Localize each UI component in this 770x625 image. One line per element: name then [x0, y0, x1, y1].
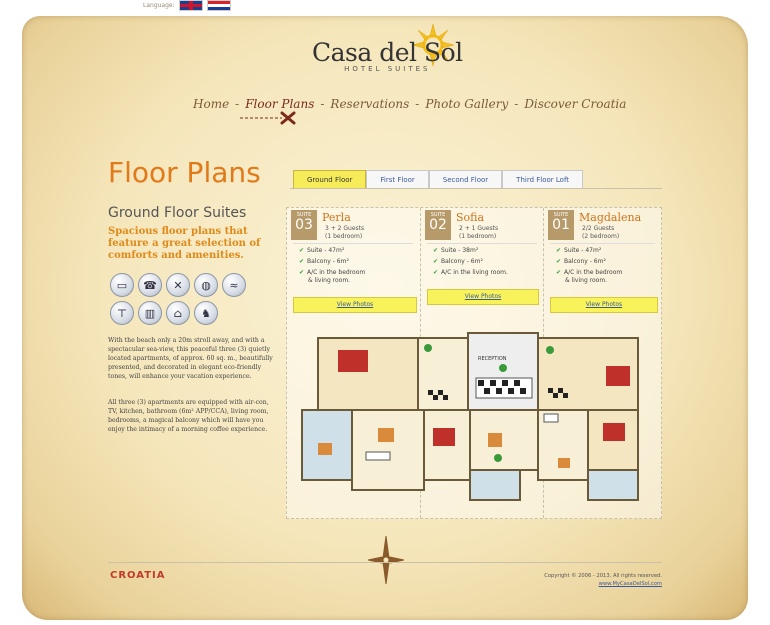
- tagline: Spacious floor plans that feature a grea…: [108, 226, 261, 261]
- feature-text: Balcony - 6m²: [441, 258, 483, 265]
- suite-feature: ✔ Balcony - 6m²: [433, 258, 483, 265]
- feature-text: A/C in the living room.: [441, 269, 508, 276]
- suite-guests: 2 + 1 Guests (1 bedroom): [459, 225, 498, 241]
- suite-number: 01: [552, 217, 570, 233]
- suite-number: 02: [429, 217, 447, 233]
- language-label: Language:: [143, 2, 175, 9]
- pet-icon: ♞: [194, 301, 218, 325]
- language-selector: Language:: [143, 0, 231, 11]
- globe-icon: ◍: [194, 273, 218, 297]
- suite-feature: ✔ Suite - 38m²: [433, 247, 479, 254]
- view-photos-button[interactable]: View Photos: [550, 297, 658, 313]
- nav-floor-plans[interactable]: Floor Plans: [245, 97, 314, 111]
- site-link[interactable]: www.MyCasaDelSol.com: [599, 581, 662, 587]
- suite-badge: SUITE 02: [425, 210, 451, 240]
- tv-icon: ▭: [110, 273, 134, 297]
- page: Language: Casa del Sol HOTEL SUITES Home…: [0, 0, 770, 625]
- feature-text: Balcony - 6m²: [564, 258, 606, 265]
- tab-third-floor-loft[interactable]: Third Floor Loft: [502, 170, 584, 189]
- feature-text: A/C in the bedroom: [564, 269, 623, 276]
- shirt-icon: ⊤: [110, 301, 134, 325]
- flag-uk-icon[interactable]: [178, 0, 203, 11]
- suite-feature: ✔ A/C in the living room.: [433, 269, 508, 276]
- nav-photo-gallery[interactable]: Photo Gallery: [425, 97, 508, 111]
- nav-separator: -: [235, 97, 240, 111]
- view-photos-button[interactable]: View Photos: [427, 289, 539, 305]
- feature-text: A/C in the bedroom: [307, 269, 366, 276]
- amenity-icons: ▭ ☎ ✕ ◍ ≈ ⊤ ▥ ⌂ ♞: [110, 273, 250, 325]
- nav-reservations[interactable]: Reservations: [330, 97, 409, 111]
- suite-name: Perla: [322, 211, 351, 224]
- suite-badge: SUITE 03: [291, 210, 317, 240]
- suite-feature: ✔ Balcony - 6m²: [299, 258, 349, 265]
- croatia-logo[interactable]: CROATIA: [110, 570, 166, 581]
- tab-ground-floor[interactable]: Ground Floor: [293, 170, 367, 189]
- dining-icon: ✕: [166, 273, 190, 297]
- nav-separator: -: [415, 97, 420, 111]
- flag-hr-icon[interactable]: [206, 0, 231, 11]
- suite-guest-count: 2/2 Guests: [582, 225, 615, 232]
- nav-home[interactable]: Home: [193, 97, 229, 111]
- feature-text: Balcony - 6m²: [307, 258, 349, 265]
- suite-name: Magdalena: [579, 211, 642, 224]
- reception-label: RECEPTION: [478, 356, 507, 362]
- feature-text: Suite - 47m²: [307, 247, 345, 254]
- suite-feature-cont: & living room.: [565, 277, 608, 284]
- suite-feature: ✔ A/C in the bedroom: [299, 269, 366, 276]
- feature-text: Suite - 38m²: [441, 247, 479, 254]
- suite-feature: ✔ Suite - 47m²: [556, 247, 602, 254]
- suite-badge: SUITE 01: [548, 210, 574, 240]
- suite-divider: [427, 243, 537, 244]
- feature-text: Suite - 47m²: [564, 247, 602, 254]
- suite-guest-count: 3 + 2 Guests: [325, 225, 365, 232]
- suite-feature: ✔ A/C in the bedroom: [556, 269, 623, 276]
- suite-number: 03: [295, 217, 313, 233]
- suite-feature: ✔ Balcony - 6m²: [556, 258, 606, 265]
- suite-bedrooms: (2 bedroom): [582, 233, 620, 240]
- section-title: Ground Floor Suites: [108, 205, 247, 221]
- floor-tabs: Ground Floor First Floor Second Floor Th…: [293, 170, 584, 189]
- suite-feature-cont: & living room.: [308, 277, 351, 284]
- main-nav: Home - Floor Plans - Reservations - Phot…: [193, 97, 626, 111]
- suite-name: Sofia: [456, 211, 485, 224]
- suite-bedrooms: (1 bedroom): [459, 233, 497, 240]
- footer-divider: [108, 562, 662, 563]
- description-paragraph-1: With the beach only a 20m stroll away, a…: [108, 337, 273, 380]
- page-title: Floor Plans: [108, 156, 261, 189]
- heater-icon: ▥: [138, 301, 162, 325]
- logo-title: Casa del Sol: [312, 38, 463, 67]
- suite-bedrooms: (1 bedroom): [325, 233, 363, 240]
- suite-divider: [293, 243, 413, 244]
- nav-separator: -: [320, 97, 325, 111]
- garage-icon: ⌂: [166, 301, 190, 325]
- tab-second-floor[interactable]: Second Floor: [428, 170, 503, 189]
- tab-divider: [290, 188, 662, 189]
- phone-icon: ☎: [138, 273, 162, 297]
- floor-plan-drawing: RECEPTION: [301, 332, 639, 501]
- footer-copyright: Copyright © 2006 - 2013. All rights rese…: [520, 572, 662, 588]
- view-photos-button[interactable]: View Photos: [293, 297, 417, 313]
- suite-guest-count: 2 + 1 Guests: [459, 225, 499, 232]
- suite-divider: [550, 243, 655, 244]
- suite-guests: 2/2 Guests (2 bedroom): [582, 225, 619, 241]
- description-paragraph-2: All three (3) apartments are equipped wi…: [108, 399, 269, 433]
- compass-rose-icon: [368, 536, 404, 584]
- nav-discover-croatia[interactable]: Discover Croatia: [524, 97, 626, 111]
- nav-separator: -: [514, 97, 519, 111]
- suite-feature: ✔ Suite - 47m²: [299, 247, 345, 254]
- site-logo[interactable]: Casa del Sol HOTEL SUITES: [312, 38, 463, 73]
- suite-guests: 3 + 2 Guests (1 bedroom): [325, 225, 364, 241]
- sea-icon: ≈: [222, 273, 246, 297]
- tab-first-floor[interactable]: First Floor: [366, 170, 429, 189]
- copyright-text: Copyright © 2006 - 2013. All rights rese…: [544, 573, 662, 579]
- active-x-marker-icon: [240, 111, 296, 125]
